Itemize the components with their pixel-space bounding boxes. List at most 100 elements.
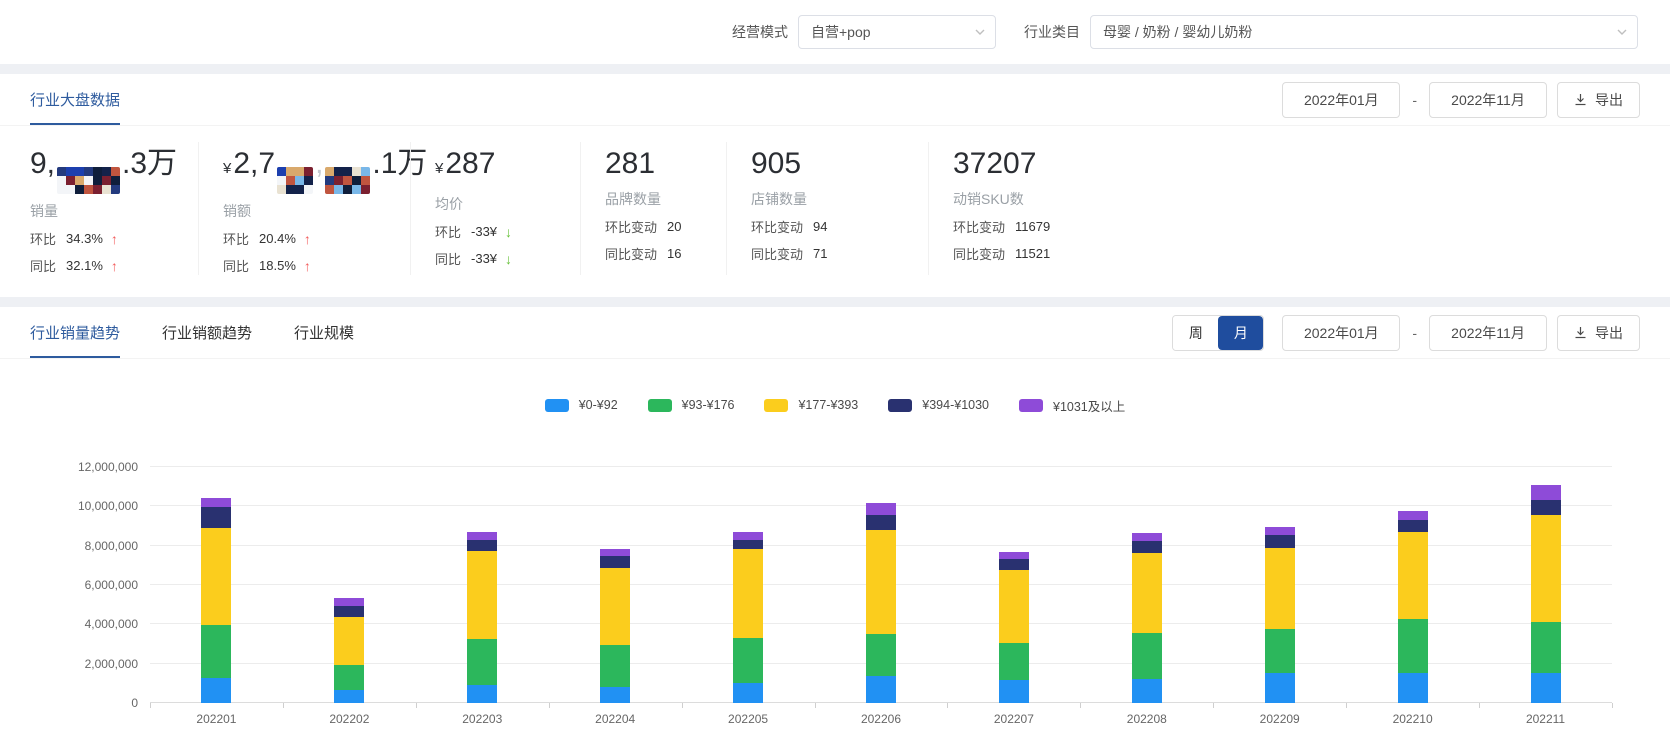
stacked-bar-202201[interactable] (201, 498, 231, 703)
stacked-bar-202204[interactable] (600, 549, 630, 703)
bar-segment[interactable] (600, 568, 630, 645)
bar-segment[interactable] (1132, 633, 1162, 679)
bar-segment[interactable] (733, 540, 763, 549)
bar-segment[interactable] (334, 665, 364, 690)
y-axis-label: 4,000,000 (0, 617, 138, 631)
bar-segment[interactable] (999, 643, 1029, 680)
bar-segment[interactable] (1265, 629, 1295, 673)
bar-segment[interactable] (999, 552, 1029, 559)
bar-segment[interactable] (334, 617, 364, 665)
bar-segment[interactable] (467, 532, 497, 540)
stacked-bar-chart: 2022012022022022032022042022052022062022… (0, 467, 1670, 754)
x-axis-label: 202205 (682, 712, 815, 726)
bar-segment[interactable] (201, 498, 231, 507)
tab-industry-sales-volume-trend[interactable]: 行业销量趋势 (30, 307, 120, 358)
bar-segment[interactable] (1398, 619, 1428, 673)
trend-export-button[interactable]: 导出 (1557, 315, 1640, 351)
bar-segment[interactable] (201, 528, 231, 625)
stacked-bar-202205[interactable] (733, 532, 763, 703)
legend-item[interactable]: ¥93-¥176 (648, 398, 735, 412)
business-mode-select[interactable]: 自营+pop (798, 15, 996, 49)
bar-segment[interactable] (999, 680, 1029, 703)
bar-segment[interactable] (1531, 500, 1561, 515)
bar-segment[interactable] (1265, 673, 1295, 703)
x-axis-tick (947, 703, 948, 708)
bar-segment[interactable] (1132, 541, 1162, 553)
bar-segment[interactable] (866, 515, 896, 530)
overview-date-start[interactable]: 2022年01月 (1282, 82, 1400, 118)
bar-segment[interactable] (1398, 532, 1428, 619)
bar-segment[interactable] (1398, 673, 1428, 703)
bar-segment[interactable] (334, 690, 364, 703)
bar-segment[interactable] (1398, 520, 1428, 532)
stacked-bar-202203[interactable] (467, 532, 497, 703)
stacked-bar-202210[interactable] (1398, 511, 1428, 703)
bar-segment[interactable] (467, 551, 497, 639)
bar-segment[interactable] (866, 530, 896, 634)
trend-date-start[interactable]: 2022年01月 (1282, 315, 1400, 351)
bar-segment[interactable] (1132, 679, 1162, 703)
overview-export-button[interactable]: 导出 (1557, 82, 1640, 118)
stacked-bar-202207[interactable] (999, 552, 1029, 703)
bar-segment[interactable] (1265, 535, 1295, 548)
period-toggle-month[interactable]: 月 (1218, 316, 1263, 350)
trend-date-end[interactable]: 2022年11月 (1429, 315, 1547, 351)
bar-segment[interactable] (733, 532, 763, 540)
category-select[interactable]: 母婴 / 奶粉 / 婴幼儿奶粉 (1090, 15, 1638, 49)
bar-segment[interactable] (999, 559, 1029, 570)
y-axis-label: 10,000,000 (0, 499, 138, 513)
bar-segment[interactable] (334, 606, 364, 617)
bar-segment[interactable] (201, 625, 231, 678)
bar-segment[interactable] (467, 639, 497, 685)
x-axis-tick (549, 703, 550, 708)
legend-item[interactable]: ¥177-¥393 (764, 398, 858, 412)
period-toggle-week[interactable]: 周 (1173, 316, 1218, 350)
date-range-separator: - (1412, 325, 1417, 341)
legend-item[interactable]: ¥1031及以上 (1019, 396, 1125, 415)
bar-segment[interactable] (467, 685, 497, 703)
kpi-value: 905 (751, 146, 910, 182)
stacked-bar-202206[interactable] (866, 503, 896, 703)
bar-segment[interactable] (1531, 673, 1561, 703)
bar-segment[interactable] (1531, 485, 1561, 500)
bar-segment[interactable] (201, 678, 231, 703)
legend-item[interactable]: ¥394-¥1030 (888, 398, 989, 412)
x-axis-label: 202209 (1213, 712, 1346, 726)
bar-segment[interactable] (1531, 622, 1561, 673)
bar-segment[interactable] (1531, 515, 1561, 622)
bar-segment[interactable] (999, 570, 1029, 643)
bar-segment[interactable] (733, 549, 763, 638)
kpi-yoy-row: 同比变动71 (751, 244, 910, 263)
bar-segment[interactable] (600, 687, 630, 703)
bar-segment[interactable] (467, 540, 497, 551)
bar-segment[interactable] (866, 634, 896, 676)
stacked-bar-202202[interactable] (334, 598, 364, 703)
stacked-bar-202211[interactable] (1531, 485, 1561, 703)
kpi-value: 9,.3万 (30, 146, 180, 194)
bar-segment[interactable] (334, 598, 364, 606)
bar-segment[interactable] (1265, 548, 1295, 629)
stacked-bar-202208[interactable] (1132, 533, 1162, 703)
bar-segment[interactable] (600, 556, 630, 568)
bar-segment[interactable] (1398, 511, 1428, 520)
kpi-value: ¥2,7,.1万 (223, 146, 392, 194)
bar-segment[interactable] (866, 676, 896, 703)
legend-label: ¥1031及以上 (1053, 396, 1125, 415)
overview-date-end[interactable]: 2022年11月 (1429, 82, 1547, 118)
bar-segment[interactable] (733, 638, 763, 683)
tab-industry-overview[interactable]: 行业大盘数据 (30, 74, 120, 125)
bar-segment[interactable] (600, 645, 630, 687)
bar-segment[interactable] (866, 503, 896, 515)
bar-segment[interactable] (1265, 527, 1295, 535)
legend-item[interactable]: ¥0-¥92 (545, 398, 618, 412)
bar-segment[interactable] (733, 683, 763, 703)
kpi-card-sales-amount: ¥2,7,.1万 销额 环比20.4%↑ 同比18.5%↑ (198, 142, 410, 275)
bar-segment[interactable] (201, 507, 231, 528)
censored-digits-mosaic (325, 167, 370, 194)
tab-industry-scale[interactable]: 行业规模 (294, 307, 354, 358)
tab-industry-sales-amount-trend[interactable]: 行业销额趋势 (162, 307, 252, 358)
stacked-bar-202209[interactable] (1265, 527, 1295, 703)
bar-segment[interactable] (1132, 533, 1162, 541)
bar-segment[interactable] (1132, 553, 1162, 633)
bar-segment[interactable] (600, 549, 630, 556)
